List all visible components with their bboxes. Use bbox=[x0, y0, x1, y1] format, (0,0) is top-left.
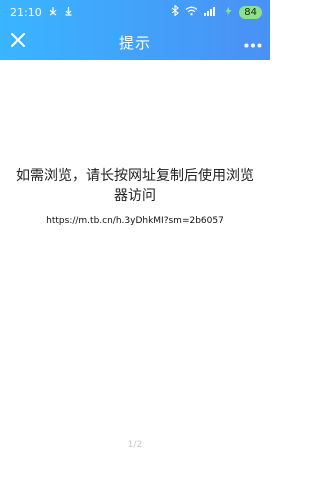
signal-icon bbox=[204, 6, 218, 19]
download-icon bbox=[64, 6, 73, 19]
url-text[interactable]: https://m.tb.cn/h.3yDhkMI?sm=2b6057 bbox=[0, 216, 270, 226]
browse-hint-message: 如需浏览，请长按网址复制后使用浏览器访问 bbox=[16, 168, 254, 204]
battery-level: 84 bbox=[239, 5, 262, 19]
close-button[interactable] bbox=[6, 30, 30, 54]
page-title: 提示 bbox=[118, 33, 151, 52]
status-bar: 21:10 84 bbox=[0, 0, 270, 24]
top-bar: 21:10 84 提示 bbox=[0, 0, 270, 60]
wifi-icon bbox=[185, 6, 198, 19]
more-button[interactable] bbox=[242, 32, 264, 52]
content-area: 如需浏览，请长按网址复制后使用浏览器访问 https://m.tb.cn/h.3… bbox=[0, 60, 270, 480]
navigation-bar: 提示 bbox=[0, 24, 270, 60]
more-icon bbox=[244, 33, 262, 52]
bluetooth-icon bbox=[171, 4, 180, 19]
status-right: 84 bbox=[171, 4, 270, 19]
status-left: 21:10 bbox=[0, 6, 73, 19]
battery-charging-icon bbox=[224, 6, 233, 19]
status-time: 21:10 bbox=[10, 5, 42, 19]
page-indicator: 1/2 bbox=[127, 440, 143, 450]
close-icon bbox=[10, 32, 26, 52]
usb-icon bbox=[48, 6, 58, 19]
